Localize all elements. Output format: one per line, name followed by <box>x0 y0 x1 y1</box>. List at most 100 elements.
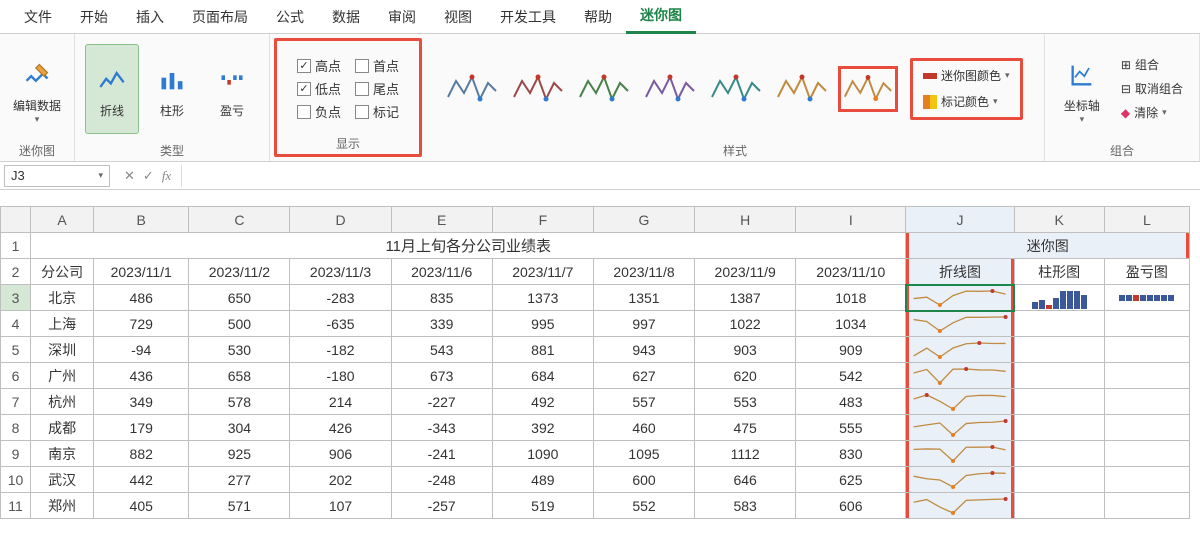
sparkline-col-cell[interactable] <box>1014 441 1104 467</box>
data-cell[interactable]: 543 <box>391 337 492 363</box>
row-header-1[interactable]: 1 <box>1 233 31 259</box>
row-header-4[interactable]: 4 <box>1 311 31 337</box>
data-cell[interactable]: 646 <box>695 467 796 493</box>
data-cell[interactable]: 553 <box>695 389 796 415</box>
data-cell[interactable]: 625 <box>796 467 906 493</box>
col-header-E[interactable]: E <box>391 207 492 233</box>
data-cell[interactable]: 1387 <box>695 285 796 311</box>
data-cell[interactable]: 530 <box>189 337 290 363</box>
data-cell[interactable]: 684 <box>492 363 593 389</box>
data-cell[interactable]: 460 <box>593 415 694 441</box>
data-cell[interactable]: 392 <box>492 415 593 441</box>
sparkline-col-cell[interactable] <box>1014 493 1104 519</box>
menu-item-0[interactable]: 文件 <box>10 1 66 33</box>
sparkline-color-button[interactable]: 迷你图颜色 ▾ <box>917 65 1016 87</box>
style-thumb-5[interactable] <box>772 66 832 112</box>
select-all-corner[interactable] <box>1 207 31 233</box>
data-cell[interactable]: 483 <box>796 389 906 415</box>
data-cell[interactable]: 349 <box>94 389 189 415</box>
data-cell[interactable]: 339 <box>391 311 492 337</box>
data-cell[interactable]: 627 <box>593 363 694 389</box>
sparkline-wl-cell[interactable] <box>1104 415 1189 441</box>
sparkline-line-cell[interactable] <box>906 389 1014 415</box>
data-cell[interactable]: -182 <box>290 337 391 363</box>
data-cell[interactable]: 489 <box>492 467 593 493</box>
data-cell[interactable]: 492 <box>492 389 593 415</box>
type-column-button[interactable]: 柱形 <box>145 44 199 134</box>
checkbox-尾点[interactable]: 尾点 <box>355 79 399 98</box>
data-cell[interactable]: 1351 <box>593 285 694 311</box>
row-header-6[interactable]: 6 <box>1 363 31 389</box>
style-thumb-4[interactable] <box>706 66 766 112</box>
row-header-9[interactable]: 9 <box>1 441 31 467</box>
data-cell[interactable]: 835 <box>391 285 492 311</box>
sparkline-col-cell[interactable] <box>1014 337 1104 363</box>
data-cell[interactable]: 上海 <box>31 311 94 337</box>
checkbox-负点[interactable]: 负点 <box>297 102 341 121</box>
sparkline-col-cell[interactable] <box>1014 415 1104 441</box>
col-header-F[interactable]: F <box>492 207 593 233</box>
data-cell[interactable]: 583 <box>695 493 796 519</box>
cancel-icon[interactable]: ✕ <box>124 168 135 184</box>
data-cell[interactable]: 903 <box>695 337 796 363</box>
data-cell[interactable]: 202 <box>290 467 391 493</box>
data-cell[interactable]: 1373 <box>492 285 593 311</box>
data-cell[interactable]: -94 <box>94 337 189 363</box>
style-thumb-2[interactable] <box>574 66 634 112</box>
row-header-8[interactable]: 8 <box>1 415 31 441</box>
col-header-H[interactable]: H <box>695 207 796 233</box>
data-cell[interactable]: 1034 <box>796 311 906 337</box>
col-header-L[interactable]: L <box>1104 207 1189 233</box>
sparkline-line-cell[interactable] <box>906 337 1014 363</box>
data-cell[interactable]: 943 <box>593 337 694 363</box>
data-cell[interactable]: 成都 <box>31 415 94 441</box>
confirm-icon[interactable]: ✓ <box>143 168 154 184</box>
data-cell[interactable]: 304 <box>189 415 290 441</box>
col-header-K[interactable]: K <box>1014 207 1104 233</box>
checkbox-首点[interactable]: 首点 <box>355 56 399 75</box>
data-cell[interactable]: -283 <box>290 285 391 311</box>
sparkline-line-cell[interactable] <box>906 493 1014 519</box>
data-cell[interactable]: 杭州 <box>31 389 94 415</box>
data-cell[interactable]: 深圳 <box>31 337 94 363</box>
data-cell[interactable]: 1095 <box>593 441 694 467</box>
menu-item-10[interactable]: 迷你图 <box>626 0 696 34</box>
menu-item-4[interactable]: 公式 <box>262 1 318 33</box>
sparkline-line-cell[interactable] <box>906 467 1014 493</box>
sparkline-col-cell[interactable] <box>1014 285 1104 311</box>
data-cell[interactable]: 442 <box>94 467 189 493</box>
data-cell[interactable]: 179 <box>94 415 189 441</box>
data-cell[interactable]: 650 <box>189 285 290 311</box>
data-cell[interactable]: -227 <box>391 389 492 415</box>
menu-item-7[interactable]: 视图 <box>430 1 486 33</box>
style-thumb-0[interactable] <box>442 66 502 112</box>
col-header-J[interactable]: J <box>906 207 1014 233</box>
row-header-2[interactable]: 2 <box>1 259 31 285</box>
data-cell[interactable]: -635 <box>290 311 391 337</box>
sparkline-wl-cell[interactable] <box>1104 285 1189 311</box>
data-cell[interactable]: 519 <box>492 493 593 519</box>
row-header-7[interactable]: 7 <box>1 389 31 415</box>
menu-item-1[interactable]: 开始 <box>66 1 122 33</box>
data-cell[interactable]: 107 <box>290 493 391 519</box>
data-cell[interactable]: 600 <box>593 467 694 493</box>
data-cell[interactable]: 426 <box>290 415 391 441</box>
data-cell[interactable]: 830 <box>796 441 906 467</box>
data-cell[interactable]: 881 <box>492 337 593 363</box>
data-cell[interactable]: 995 <box>492 311 593 337</box>
menu-item-8[interactable]: 开发工具 <box>486 1 570 33</box>
sparkline-line-cell[interactable] <box>906 363 1014 389</box>
data-cell[interactable]: 北京 <box>31 285 94 311</box>
row-header-10[interactable]: 10 <box>1 467 31 493</box>
sparkline-col-cell[interactable] <box>1014 363 1104 389</box>
clear-button[interactable]: ◆清除▾ <box>1115 102 1189 124</box>
data-cell[interactable]: 475 <box>695 415 796 441</box>
data-cell[interactable]: 武汉 <box>31 467 94 493</box>
menu-item-6[interactable]: 审阅 <box>374 1 430 33</box>
menu-item-3[interactable]: 页面布局 <box>178 1 262 33</box>
data-cell[interactable]: 925 <box>189 441 290 467</box>
sparkline-wl-cell[interactable] <box>1104 467 1189 493</box>
data-cell[interactable]: 620 <box>695 363 796 389</box>
formula-input[interactable] <box>181 165 1200 187</box>
sparkline-line-cell[interactable] <box>906 415 1014 441</box>
